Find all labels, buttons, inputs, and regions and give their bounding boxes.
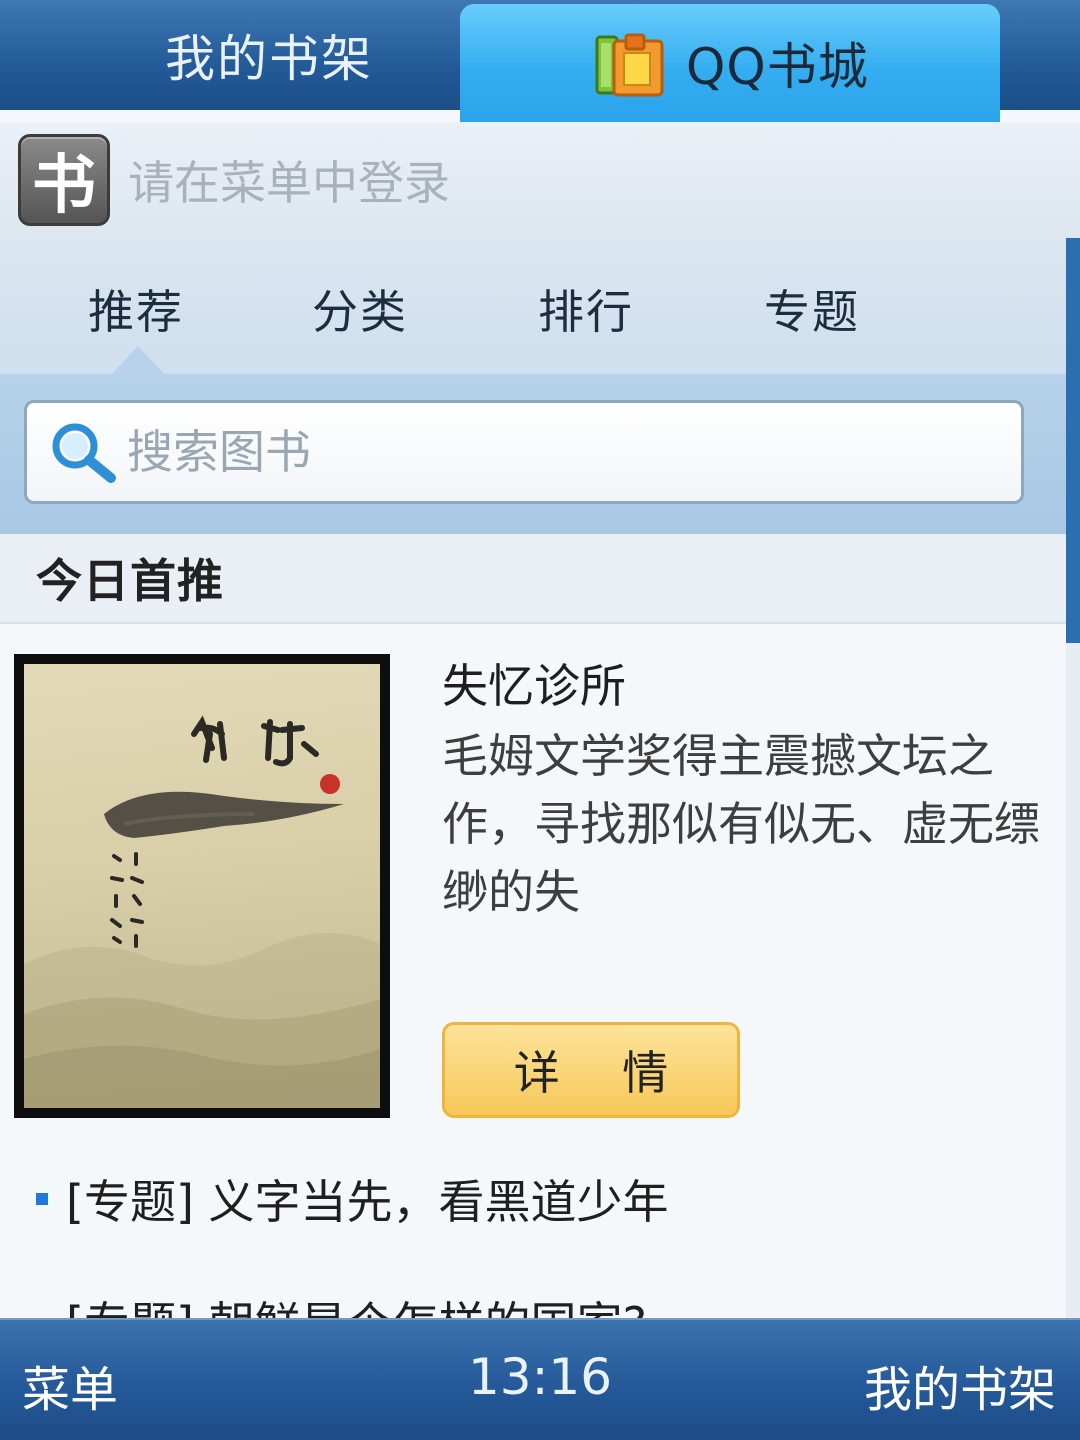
active-tab-indicator (112, 346, 164, 374)
search-band (0, 374, 1066, 534)
search-input[interactable] (125, 424, 989, 480)
login-prompt: 请在菜单中登录 (128, 156, 450, 210)
book-stack-icon (595, 33, 664, 97)
book-cover-art (24, 664, 380, 1108)
search-icon (52, 423, 116, 483)
store-content: 推荐 分类 排行 专题 今日首推 (0, 238, 1066, 1318)
topic-link[interactable]: [专题] 义字当先，看黑道少年 (36, 1166, 669, 1232)
tab-rankings[interactable]: 排行 (538, 276, 634, 342)
topic-link-label: [专题] 义字当先，看黑道少年 (66, 1175, 669, 1229)
softkey-bar: 13:16 菜单 我的书架 (0, 1318, 1080, 1440)
book-description: 毛姆文学奖得主震撼文坛之作，寻找那似有似无、虚无缥缈的失 (442, 729, 1040, 919)
tab-my-bookshelf[interactable]: 我的书架 (0, 0, 540, 110)
search-box[interactable] (24, 400, 1024, 504)
tab-my-bookshelf-label: 我的书架 (165, 30, 373, 88)
book-app-icon: 书 (18, 134, 110, 226)
tab-qq-bookstore-label: QQ书城 (686, 38, 869, 96)
tab-recommend[interactable]: 推荐 (88, 276, 184, 342)
section-header: 今日首推 (0, 534, 1066, 624)
bullet-icon (36, 1193, 48, 1205)
my-bookshelf-softkey[interactable]: 我的书架 (864, 1350, 1056, 1420)
login-bar[interactable]: 书 请在菜单中登录 (0, 122, 1080, 238)
tab-categories[interactable]: 分类 (312, 276, 408, 342)
tab-qq-bookstore[interactable]: QQ书城 (460, 4, 1000, 122)
details-button[interactable]: 详 情 (442, 1022, 740, 1118)
menu-softkey[interactable]: 菜单 (22, 1350, 118, 1420)
tab-topics[interactable]: 专题 (764, 276, 860, 342)
topic-link[interactable]: [专题] 朝鲜是个怎样的国家? (66, 1288, 647, 1318)
book-title[interactable]: 失忆诊所 (442, 650, 626, 716)
ink-painting-art (24, 715, 380, 1108)
book-cover[interactable] (14, 654, 390, 1118)
sub-nav: 推荐 分类 排行 专题 (0, 238, 1066, 374)
scrollbar-thumb[interactable] (1066, 238, 1080, 643)
section-title: 今日首推 (36, 554, 224, 608)
